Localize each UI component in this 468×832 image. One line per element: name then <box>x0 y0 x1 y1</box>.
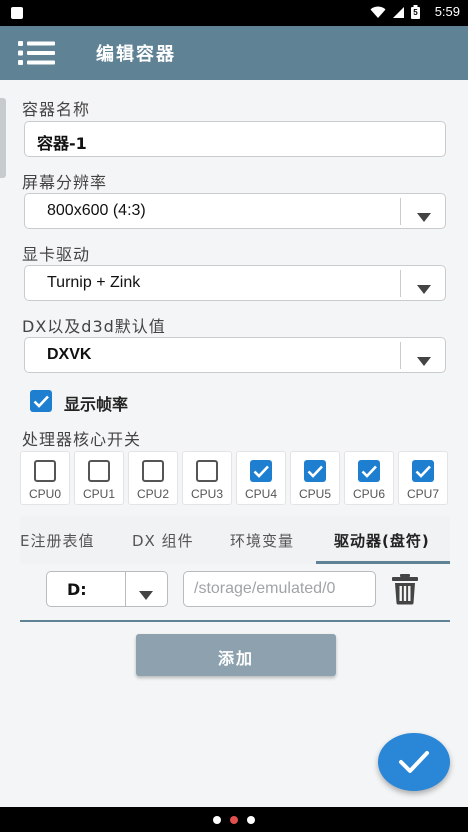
cpu-core-checkbox[interactable] <box>250 460 272 482</box>
gpu-driver-label: 显卡驱动 <box>22 245 91 264</box>
app-bar: 编辑容器 <box>0 26 468 80</box>
tab-registry[interactable]: E注册表值 <box>20 516 94 564</box>
active-tab-indicator <box>316 561 450 564</box>
notification-icon <box>10 5 24 24</box>
drive-path-input[interactable]: /storage/emulated/0 <box>183 571 376 607</box>
dropdown-arrow-icon[interactable] <box>417 207 431 226</box>
cpu-core-label: CPU2 <box>136 487 169 501</box>
status-bar: 5 5:59 <box>0 0 468 26</box>
select-divider <box>400 342 401 369</box>
cpu-core-checkbox[interactable] <box>34 460 56 482</box>
gpu-driver-value: Turnip + Zink <box>47 274 141 291</box>
select-divider <box>400 270 401 297</box>
navigation-bar <box>0 807 468 832</box>
container-name-label: 容器名称 <box>22 100 91 119</box>
cpu-core-label: CPU6 <box>352 487 385 501</box>
battery-level: 5 <box>413 8 418 17</box>
page-dot <box>213 816 221 824</box>
cpu-core-label: CPU5 <box>298 487 331 501</box>
cpu-core-item[interactable]: CPU0 <box>20 451 70 505</box>
tab-env-vars[interactable]: 环境变量 <box>230 516 294 564</box>
cpu-cores-label: 处理器核心开关 <box>22 430 142 449</box>
cpu-core-checkbox[interactable] <box>88 460 110 482</box>
menu-icon[interactable] <box>18 40 56 66</box>
section-divider <box>20 620 450 622</box>
tab-dx-components[interactable]: DX 组件 <box>132 516 194 564</box>
cpu-core-item[interactable]: CPU3 <box>182 451 232 505</box>
signal-icon <box>392 6 405 19</box>
cpu-core-label: CPU7 <box>406 487 439 501</box>
cpu-core-item[interactable]: CPU4 <box>236 451 286 505</box>
cpu-core-grid: CPU0 CPU1 CPU2 CPU3 CPU4 CPU5 CPU6 CPU7 <box>20 451 450 505</box>
add-drive-button[interactable]: 添加 <box>136 634 336 676</box>
battery-icon: 5 <box>411 5 420 19</box>
drive-letter-value: D: <box>67 580 87 599</box>
app-screen: 编辑容器 容器名称 容器-1 屏幕分辨率 800x600 (4:3) 显卡驱动 … <box>0 26 468 807</box>
cpu-core-checkbox[interactable] <box>412 460 434 482</box>
cpu-core-item[interactable]: CPU7 <box>398 451 448 505</box>
dropdown-arrow-icon[interactable] <box>139 585 153 604</box>
dx-wrapper-label: DX以及d3d默认值 <box>22 317 166 336</box>
scroll-indicator[interactable] <box>0 98 6 178</box>
cpu-core-label: CPU0 <box>28 487 61 501</box>
screen-resolution-value: 800x600 (4:3) <box>47 202 146 219</box>
cpu-core-item[interactable]: CPU6 <box>344 451 394 505</box>
gpu-driver-select[interactable]: Turnip + Zink <box>24 265 446 301</box>
delete-icon[interactable] <box>390 573 420 605</box>
cpu-core-item[interactable]: CPU2 <box>128 451 178 505</box>
tab-drives[interactable]: 驱动器(盘符) <box>334 516 430 564</box>
cpu-core-checkbox[interactable] <box>142 460 164 482</box>
settings-tabs: E注册表值 DX 组件 环境变量 驱动器(盘符) <box>20 516 450 564</box>
confirm-button[interactable] <box>378 733 450 791</box>
cpu-core-checkbox[interactable] <box>304 460 326 482</box>
page-dot-active <box>230 816 238 824</box>
page-dot <box>247 816 255 824</box>
cpu-core-checkbox[interactable] <box>358 460 380 482</box>
select-divider <box>125 572 126 606</box>
cpu-core-label: CPU4 <box>244 487 277 501</box>
wifi-icon <box>370 6 386 19</box>
select-divider <box>400 198 401 225</box>
dropdown-arrow-icon[interactable] <box>417 351 431 370</box>
cpu-core-item[interactable]: CPU5 <box>290 451 340 505</box>
screen-resolution-select[interactable]: 800x600 (4:3) <box>24 193 446 229</box>
status-time: 5:59 <box>434 4 460 19</box>
cpu-core-checkbox[interactable] <box>196 460 218 482</box>
drive-row: D: /storage/emulated/0 <box>46 571 426 609</box>
page-title: 编辑容器 <box>96 44 176 65</box>
cpu-core-item[interactable]: CPU1 <box>74 451 124 505</box>
container-name-input[interactable]: 容器-1 <box>24 121 446 157</box>
show-fps-checkbox[interactable] <box>30 390 52 412</box>
drive-letter-select[interactable]: D: <box>46 571 168 607</box>
dx-wrapper-value: DXVK <box>47 346 92 363</box>
dropdown-arrow-icon[interactable] <box>417 279 431 298</box>
cpu-core-label: CPU3 <box>190 487 223 501</box>
show-fps-label: 显示帧率 <box>64 395 129 414</box>
checkmark-icon <box>399 751 429 773</box>
screen-resolution-label: 屏幕分辨率 <box>22 173 108 192</box>
cpu-core-label: CPU1 <box>82 487 115 501</box>
dx-wrapper-select[interactable]: DXVK <box>24 337 446 373</box>
